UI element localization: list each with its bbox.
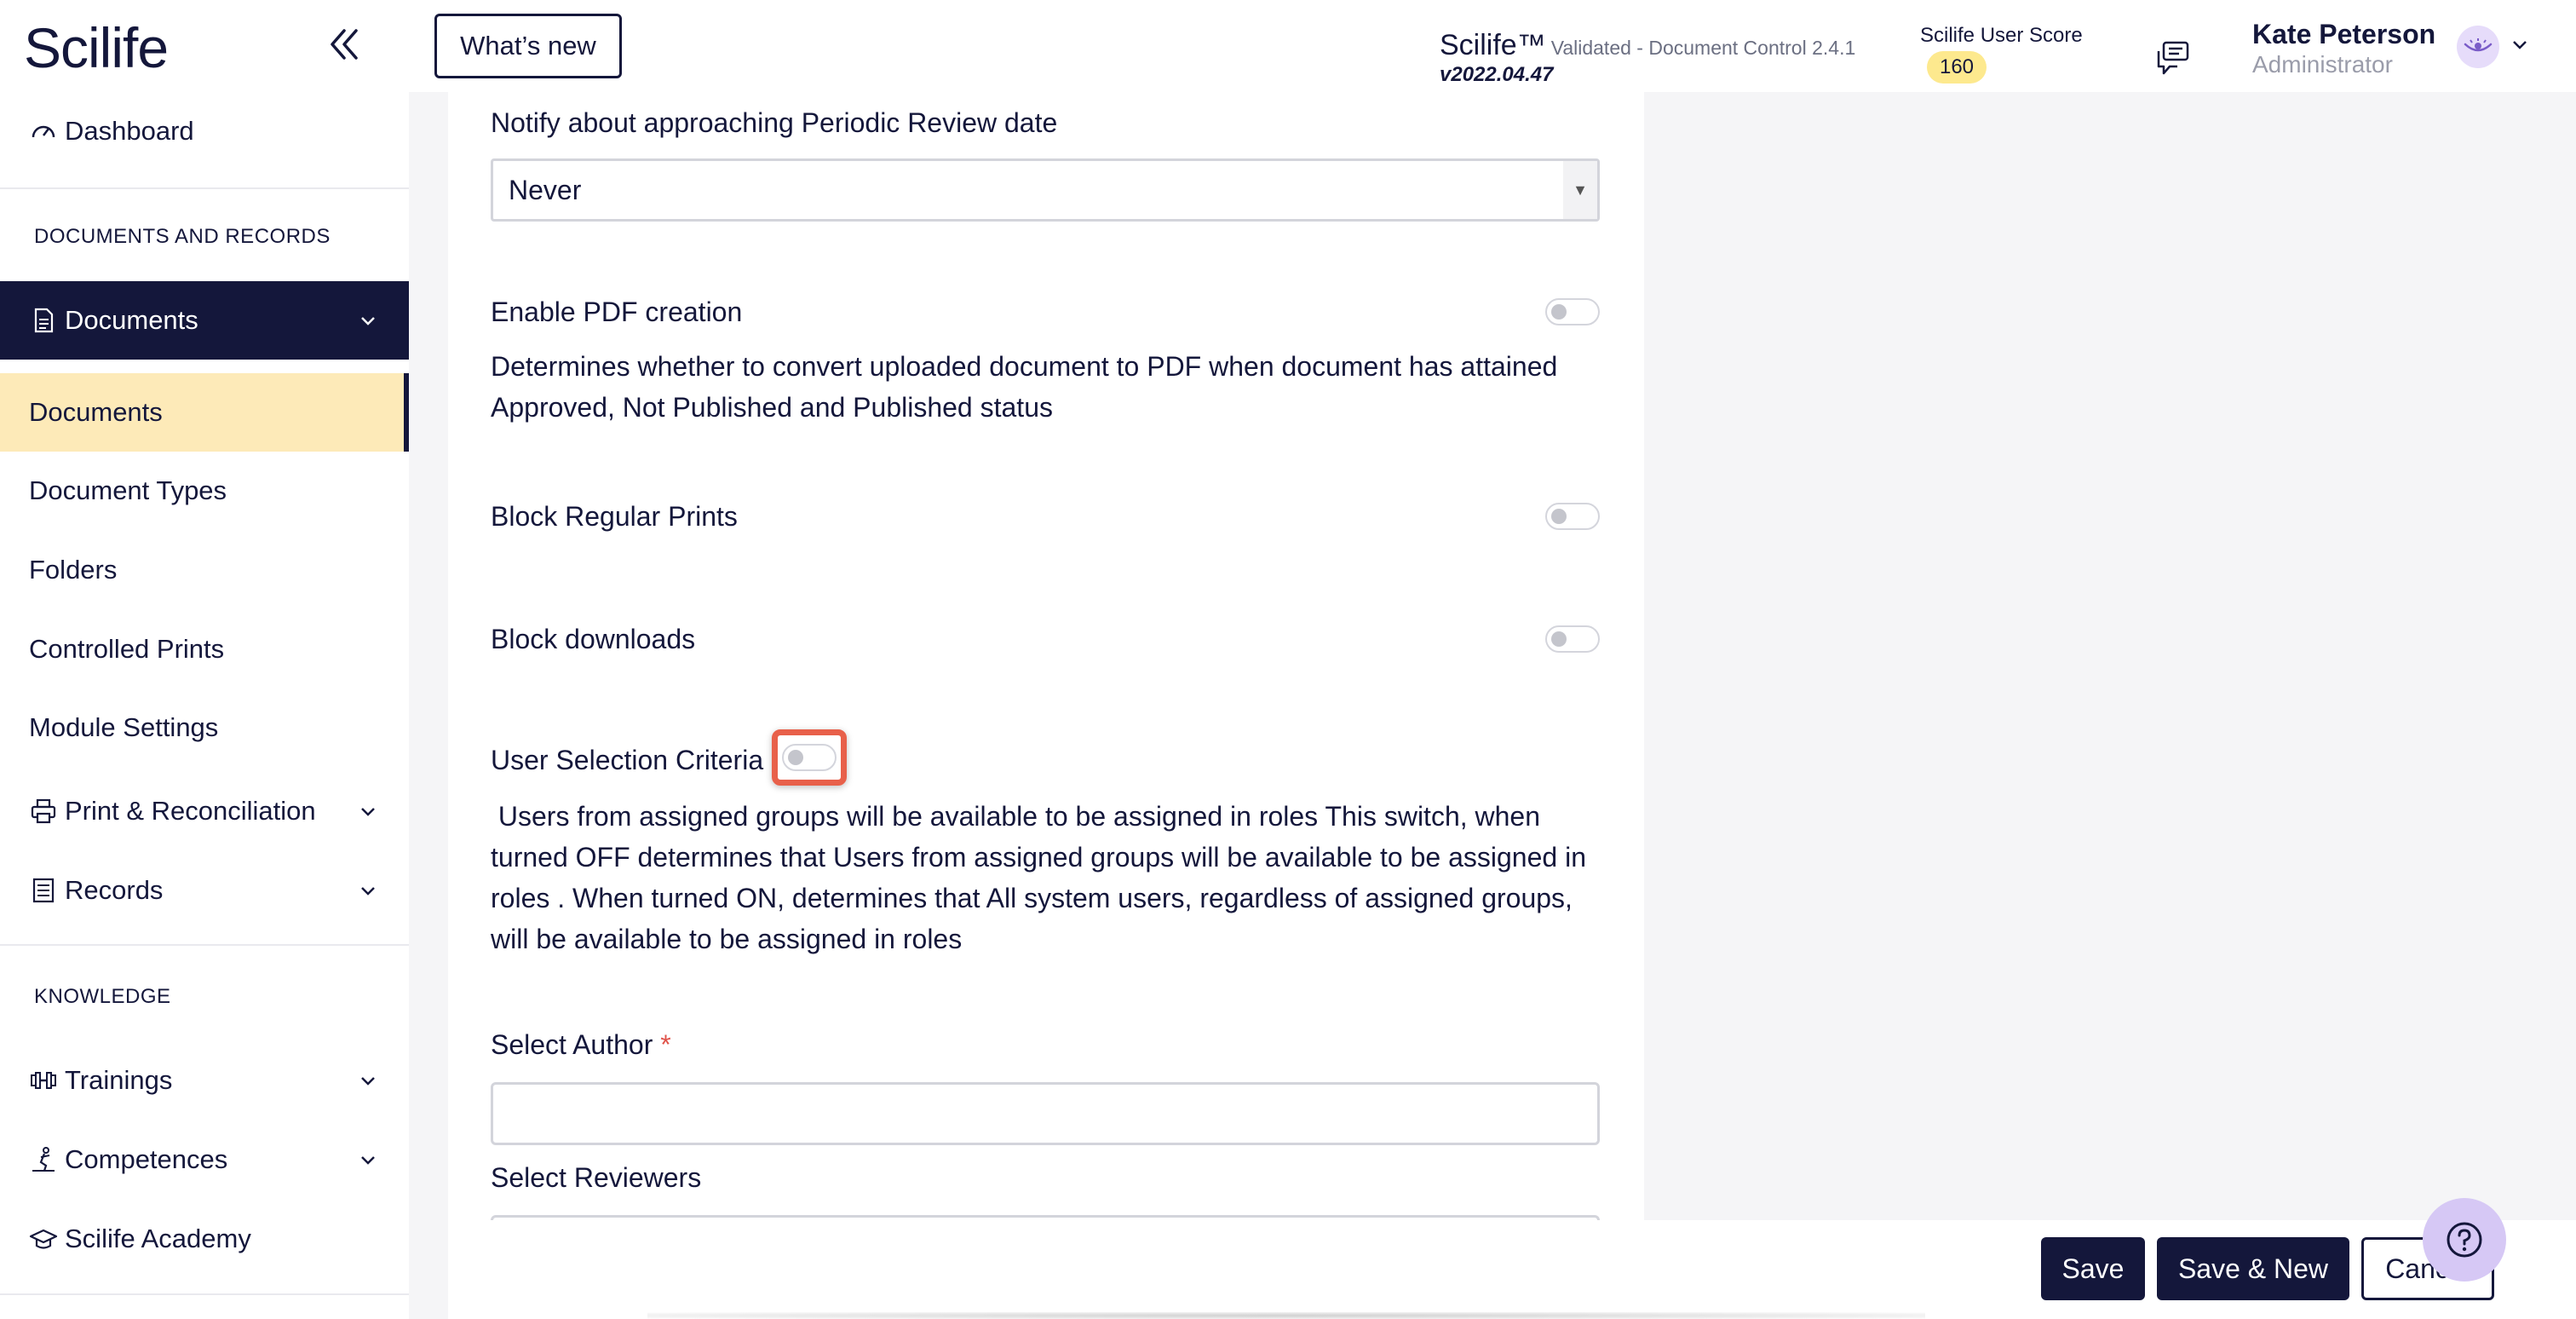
chevron-down-icon [361, 887, 375, 896]
help-button[interactable] [2423, 1198, 2506, 1282]
sidebar-item-competences[interactable]: Competences [0, 1120, 409, 1199]
scilife-logo[interactable]: Scilife [24, 15, 169, 80]
divider [0, 187, 409, 189]
graduation-cap-icon [29, 1229, 58, 1249]
document-icon [34, 308, 54, 333]
required-mark: * [660, 1029, 671, 1060]
chat-icon[interactable] [2155, 39, 2193, 77]
chevron-down-icon [361, 808, 375, 816]
section-label-documents-records: DOCUMENTS AND RECORDS [34, 225, 331, 248]
chevron-down-icon [361, 1156, 375, 1165]
user-menu-chevron-icon[interactable] [2510, 34, 2530, 55]
sidebar-item-label: Trainings [65, 1065, 173, 1095]
sidebar-item-dashboard[interactable]: Dashboard [0, 92, 409, 170]
whats-new-button[interactable]: What’s new [434, 14, 622, 78]
save-and-new-button[interactable]: Save & New [2157, 1237, 2349, 1300]
sidebar-item-records[interactable]: Records [0, 851, 409, 930]
top-header: Scilife What’s new Scilife™ Validated - D… [0, 0, 2576, 92]
message-bubbles-icon [2157, 41, 2189, 75]
sidebar-item-label: Scilife Academy [65, 1224, 251, 1253]
sidebar-item-trainings[interactable]: Trainings [0, 1041, 409, 1120]
user-score-label: Scilife User Score [1920, 24, 2083, 47]
block-downloads-label: Block downloads [491, 624, 696, 654]
question-mark-icon [2447, 1222, 2482, 1258]
save-button[interactable]: Save [2041, 1237, 2145, 1300]
sidebar-item-label: Dashboard [65, 116, 194, 146]
block-downloads-toggle[interactable] [1545, 625, 1600, 653]
product-info: Scilife™ Validated - Document Control 2.4… [1440, 29, 1855, 62]
periodic-review-value: Never [509, 174, 582, 205]
enable-pdf-toggle[interactable] [1545, 298, 1600, 325]
select-author-label: Select Author * [491, 1029, 671, 1061]
divider [0, 1293, 409, 1295]
sidebar-item-label: Competences [65, 1144, 228, 1174]
select-author-input[interactable] [491, 1082, 1600, 1145]
form-footer: Save Save & New Cancel [448, 1220, 2576, 1319]
sidebar-item-label: Records [65, 875, 164, 905]
gauge-icon [32, 125, 55, 138]
block-prints-label: Block Regular Prints [491, 501, 738, 532]
sidebar-item-documents[interactable]: Documents [0, 373, 409, 452]
user-selection-description: Users from assigned groups will be avail… [491, 801, 1594, 954]
product-subtitle: Validated - Document Control 2.4.1 [1550, 37, 1856, 59]
block-prints-toggle[interactable] [1545, 503, 1600, 530]
double-chevron-left-icon [331, 29, 358, 60]
avatar[interactable] [2457, 26, 2499, 68]
sidebar-item-folders[interactable]: Folders [0, 531, 409, 609]
sidebar-item-document-types[interactable]: Document Types [0, 452, 409, 530]
collapse-sidebar-button[interactable] [322, 22, 366, 66]
chevron-down-icon [361, 1077, 375, 1086]
chevron-down-icon [361, 317, 375, 325]
periodic-review-select[interactable]: Never ▼ [491, 158, 1600, 222]
eye-icon [2464, 38, 2493, 52]
section-label-knowledge: KNOWLEDGE [34, 985, 171, 1008]
sidebar-group-documents[interactable]: Documents [0, 281, 409, 360]
product-name: Scilife™ [1440, 29, 1546, 61]
select-reviewers-label: Select Reviewers [491, 1162, 702, 1193]
product-version: v2022.04.47 [1440, 63, 1554, 86]
sidebar: Dashboard DOCUMENTS AND RECORDS Document… [0, 92, 409, 1319]
user-selection-label: User Selection Criteria [491, 745, 764, 775]
climbing-figure-icon [32, 1147, 55, 1172]
divider [0, 944, 409, 946]
settings-form-panel: Notify about approaching Periodic Review… [448, 92, 1644, 1225]
sidebar-item-print-reconciliation[interactable]: Print & Reconciliation [0, 772, 409, 850]
enable-pdf-description: Determines whether to convert uploaded d… [491, 351, 1558, 423]
dumbbell-icon [31, 1072, 56, 1089]
printer-icon [31, 798, 56, 824]
user-selection-toggle[interactable] [782, 744, 837, 771]
periodic-review-label: Notify about approaching Periodic Review… [491, 107, 1058, 138]
sidebar-item-label: Documents [65, 305, 198, 335]
dropdown-arrow-icon: ▼ [1563, 161, 1597, 219]
sidebar-item-label: Print & Reconciliation [65, 796, 316, 826]
select-author-text: Select Author [491, 1029, 653, 1060]
sidebar-item-module-settings[interactable]: Module Settings [0, 688, 409, 767]
user-role: Administrator [2252, 51, 2393, 78]
scroll-shadow [647, 1312, 1925, 1319]
user-name[interactable]: Kate Peterson [2252, 19, 2435, 50]
records-icon [32, 878, 55, 903]
enable-pdf-label: Enable PDF creation [491, 297, 743, 327]
user-score-badge: 160 [1927, 51, 1987, 84]
sidebar-item-scilife-academy[interactable]: Scilife Academy [0, 1200, 409, 1278]
sidebar-item-controlled-prints[interactable]: Controlled Prints [0, 610, 409, 688]
